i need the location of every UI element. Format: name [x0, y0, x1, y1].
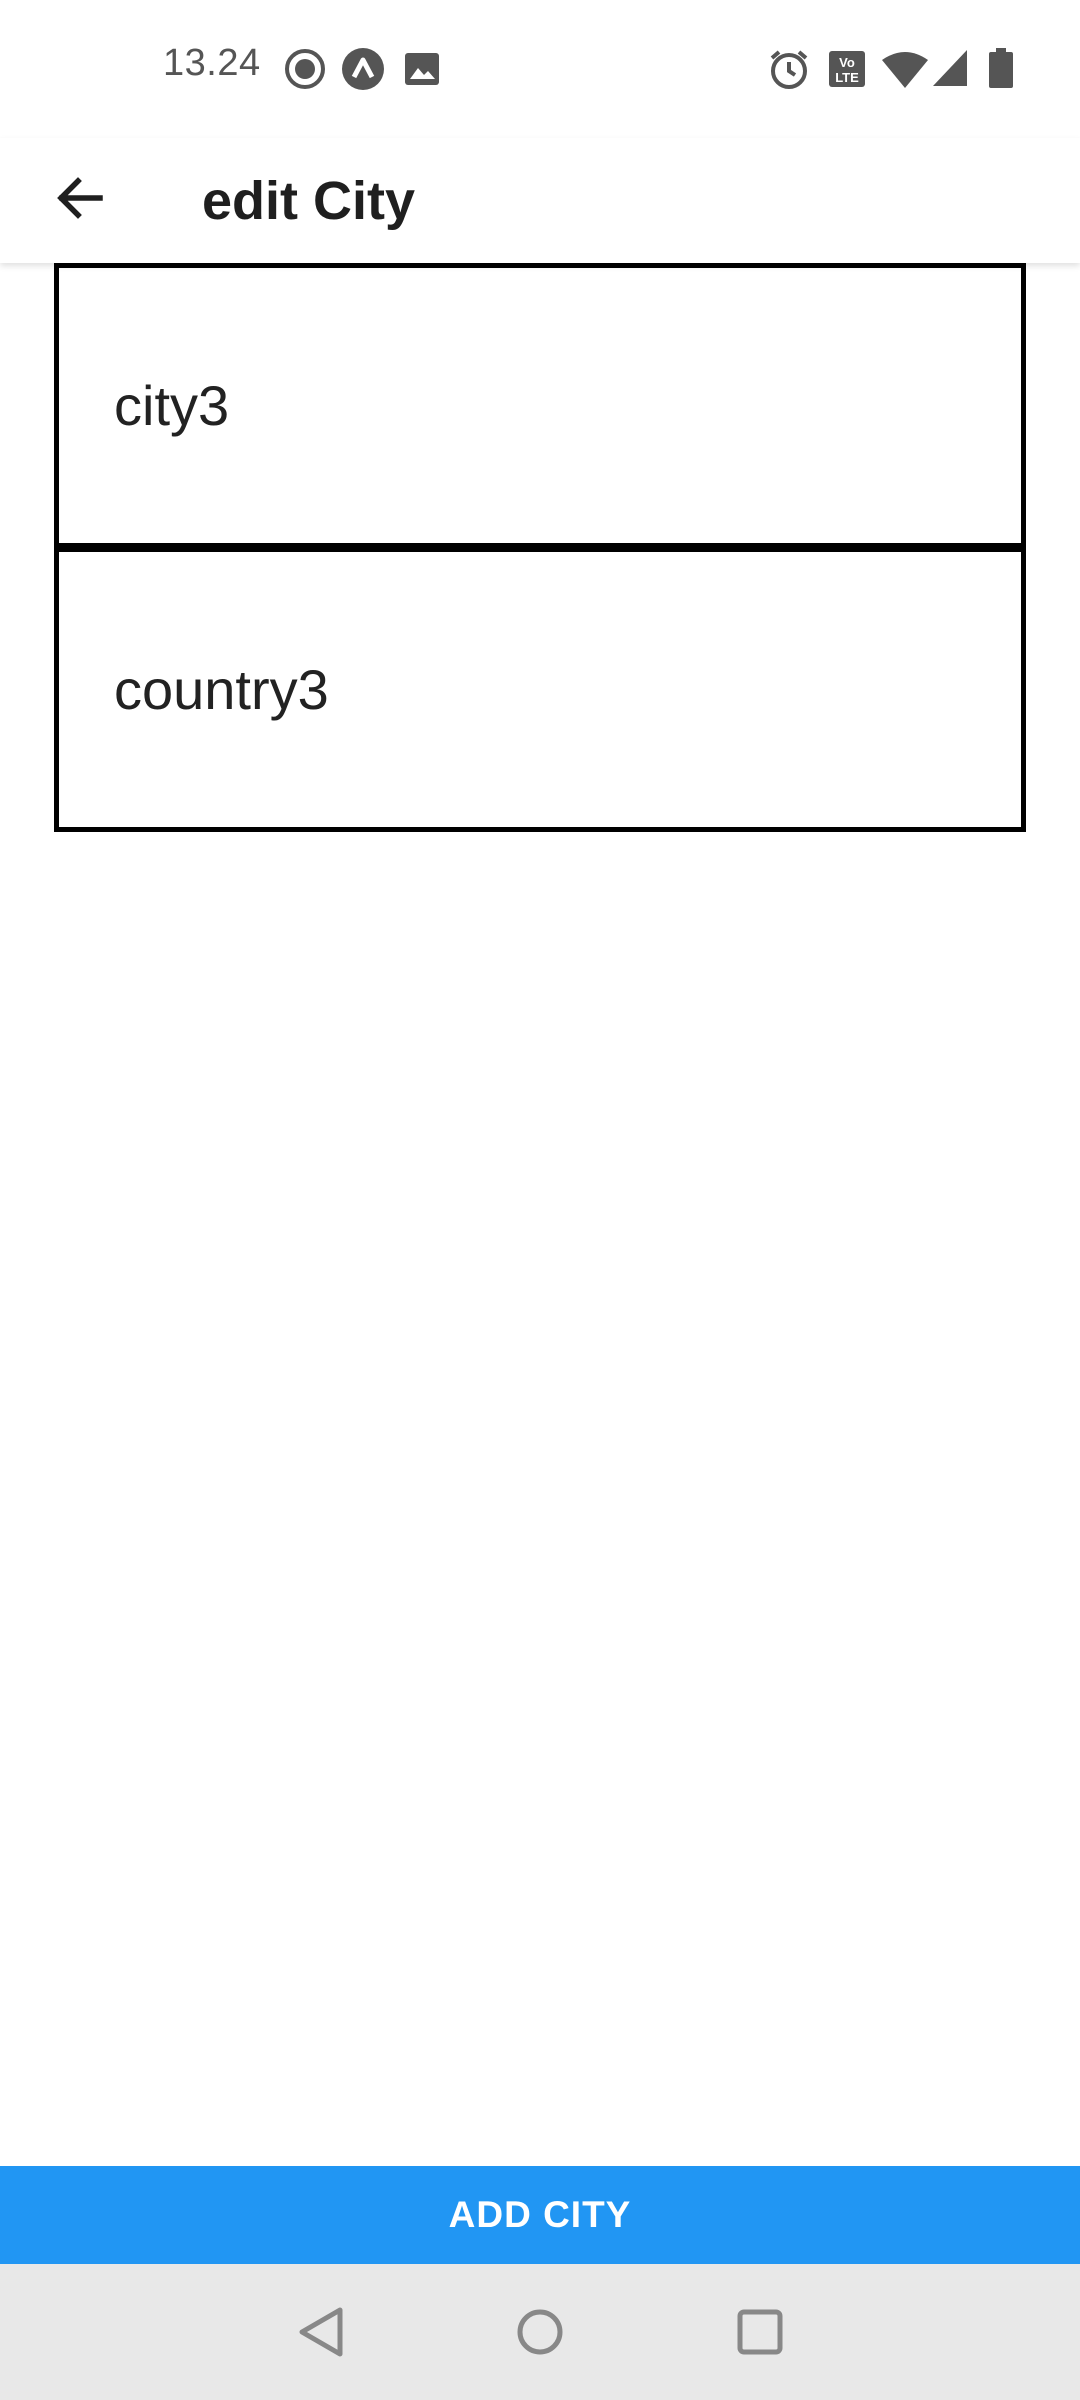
back-triangle-icon[interactable] [282, 2292, 362, 2372]
app-bar: edit City [0, 138, 1080, 263]
city-input[interactable] [59, 268, 1021, 543]
record-icon [285, 49, 325, 89]
system-nav-bar [0, 2264, 1080, 2400]
country-field[interactable] [54, 547, 1026, 832]
signal-icon [933, 50, 967, 86]
status-bar: 13.24 Vo LTE [0, 0, 1080, 138]
app-notification-icon [342, 48, 384, 90]
recents-square-icon[interactable] [720, 2292, 800, 2372]
arrow-left-icon [57, 177, 103, 219]
volte-icon: Vo LTE [829, 51, 865, 87]
page-title: edit City [202, 171, 416, 231]
add-city-button[interactable]: ADD CITY [0, 2166, 1080, 2264]
back-button[interactable] [38, 156, 122, 240]
svg-text:LTE: LTE [835, 70, 859, 85]
country-input[interactable] [59, 552, 1021, 827]
status-time: 13.24 [163, 42, 261, 84]
home-circle-icon[interactable] [500, 2292, 580, 2372]
city-field[interactable] [54, 263, 1026, 548]
battery-icon [989, 48, 1013, 88]
svg-text:Vo: Vo [839, 55, 855, 70]
image-icon [405, 53, 439, 85]
wifi-icon [882, 52, 928, 88]
alarm-icon [770, 50, 808, 89]
